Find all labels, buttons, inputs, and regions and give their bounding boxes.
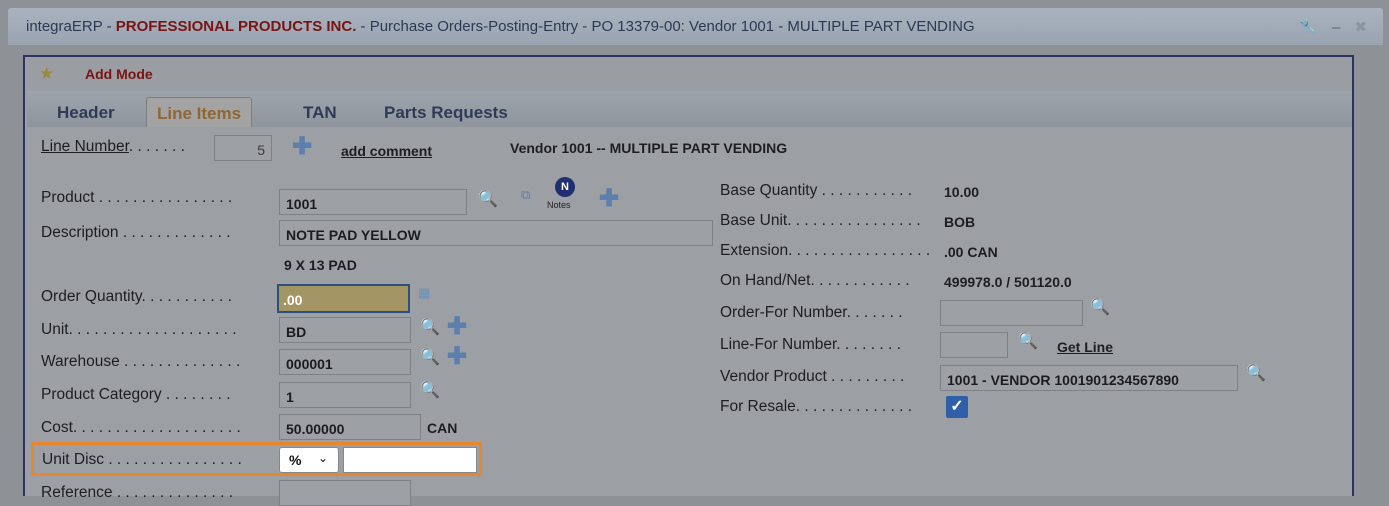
vendor-product-lookup-icon[interactable]: 🔍 [1246, 363, 1266, 383]
line-number-label: Line Number. . . . . . . [41, 138, 185, 155]
on-hand-label: On Hand/Net. . . . . . . . . . . . [720, 272, 910, 289]
line-for-label: Line-For Number. . . . . . . . [720, 336, 901, 353]
copy-icon[interactable]: ⧉ [521, 187, 530, 203]
vendor-product-input[interactable]: 1001 - VENDOR 1001901234567890 [940, 365, 1238, 391]
unit-input[interactable]: BD [279, 317, 411, 343]
product-category-label: Product Category . . . . . . . . [41, 386, 231, 403]
product-lookup-icon[interactable]: 🔍 [478, 189, 498, 209]
order-quantity-label: Order Quantity. . . . . . . . . . . [41, 288, 232, 305]
unit-disc-label: Unit Disc . . . . . . . . . . . . . . . … [42, 451, 242, 468]
warehouse-lookup-icon[interactable]: 🔍 [420, 347, 440, 367]
mode-label: Add Mode [85, 66, 153, 82]
unit-disc-type-value: % [289, 452, 302, 468]
company-name: PROFESSIONAL PRODUCTS INC. [115, 18, 357, 35]
order-for-label: Order-For Number. . . . . . . [720, 304, 903, 321]
cost-currency: CAN [427, 420, 458, 436]
base-unit-label: Base Unit. . . . . . . . . . . . . . . . [720, 212, 921, 229]
line-for-input[interactable] [940, 332, 1008, 358]
cost-label: Cost. . . . . . . . . . . . . . . . . . … [41, 419, 241, 436]
minimize-icon[interactable]: – [1332, 19, 1340, 36]
for-resale-checkbox[interactable]: ✓ [946, 396, 968, 418]
extension-value: .00 CAN [944, 244, 998, 260]
tab-tan[interactable]: TAN [293, 97, 347, 127]
tab-bar: Header Line Items TAN Parts Requests [27, 91, 1352, 127]
product-add-plus-icon[interactable]: ✚ [599, 187, 619, 211]
tab-parts-requests[interactable]: Parts Requests [374, 97, 518, 127]
warehouse-input[interactable]: 000001 [279, 349, 411, 375]
cost-input[interactable]: 50.00000 [279, 414, 421, 440]
line-number-field[interactable]: 5 [214, 135, 272, 161]
vendor-heading: Vendor 1001 -- MULTIPLE PART VENDING [510, 140, 788, 156]
for-resale-label: For Resale. . . . . . . . . . . . . . [720, 398, 913, 415]
app-name: integraERP [26, 18, 103, 35]
mode-bar: ★ Add Mode [27, 57, 1352, 91]
add-line-plus-icon[interactable]: ✚ [292, 135, 312, 159]
reference-input[interactable] [279, 480, 411, 506]
unit-disc-type-select[interactable]: % ⌄ [279, 447, 339, 473]
star-icon: ★ [39, 64, 55, 83]
product-category-lookup-icon[interactable]: 🔍 [420, 380, 440, 400]
title-context: - Purchase Orders-Posting-Entry - PO 133… [356, 18, 975, 35]
tab-header[interactable]: Header [47, 97, 125, 127]
chevron-down-icon: ⌄ [318, 451, 329, 465]
add-comment-link[interactable]: add comment [341, 143, 432, 159]
product-label: Product . . . . . . . . . . . . . . . . [41, 189, 233, 206]
warehouse-label: Warehouse . . . . . . . . . . . . . . [41, 353, 241, 370]
notes-icon[interactable]: N [555, 177, 575, 197]
on-hand-value: 499978.0 / 501120.0 [944, 274, 1072, 290]
unit-disc-input[interactable] [343, 447, 477, 473]
notes-label: Notes [547, 200, 571, 210]
window-titlebar: integraERP - PROFESSIONAL PRODUCTS INC. … [8, 8, 1383, 45]
base-quantity-label: Base Quantity . . . . . . . . . . . [720, 182, 913, 199]
title-separator: - [102, 18, 116, 35]
tab-line-items[interactable]: Line Items [146, 97, 253, 127]
calculator-icon[interactable]: ▦ [418, 285, 430, 301]
get-line-link[interactable]: Get Line [1057, 339, 1113, 355]
unit-label: Unit. . . . . . . . . . . . . . . . . . … [41, 321, 237, 338]
base-quantity-value: 10.00 [944, 184, 980, 200]
unit-lookup-icon[interactable]: 🔍 [420, 317, 440, 337]
close-icon[interactable]: ✖ [1354, 19, 1367, 36]
window-controls: 🔧 – ✖ [1285, 18, 1367, 36]
window-title: integraERP - PROFESSIONAL PRODUCTS INC. … [26, 18, 975, 35]
order-for-input[interactable] [940, 300, 1083, 326]
reference-label: Reference . . . . . . . . . . . . . . [41, 484, 234, 501]
product-input[interactable]: 1001 [279, 189, 467, 215]
wrench-icon[interactable]: 🔧 [1299, 19, 1318, 36]
order-quantity-input[interactable]: .00 [277, 284, 410, 313]
product-category-input[interactable]: 1 [279, 382, 411, 408]
extension-label: Extension. . . . . . . . . . . . . . . .… [720, 242, 931, 259]
line-for-lookup-icon[interactable]: 🔍 [1018, 331, 1038, 351]
description-line2: 9 X 13 PAD [284, 257, 357, 273]
order-for-lookup-icon[interactable]: 🔍 [1090, 297, 1110, 317]
warehouse-add-plus-icon[interactable]: ✚ [447, 345, 467, 369]
vendor-product-label: Vendor Product . . . . . . . . . [720, 368, 905, 385]
unit-add-plus-icon[interactable]: ✚ [447, 315, 467, 339]
description-input[interactable]: NOTE PAD YELLOW [279, 220, 713, 246]
description-label: Description . . . . . . . . . . . . . [41, 224, 231, 241]
base-unit-value: BOB [944, 214, 976, 230]
